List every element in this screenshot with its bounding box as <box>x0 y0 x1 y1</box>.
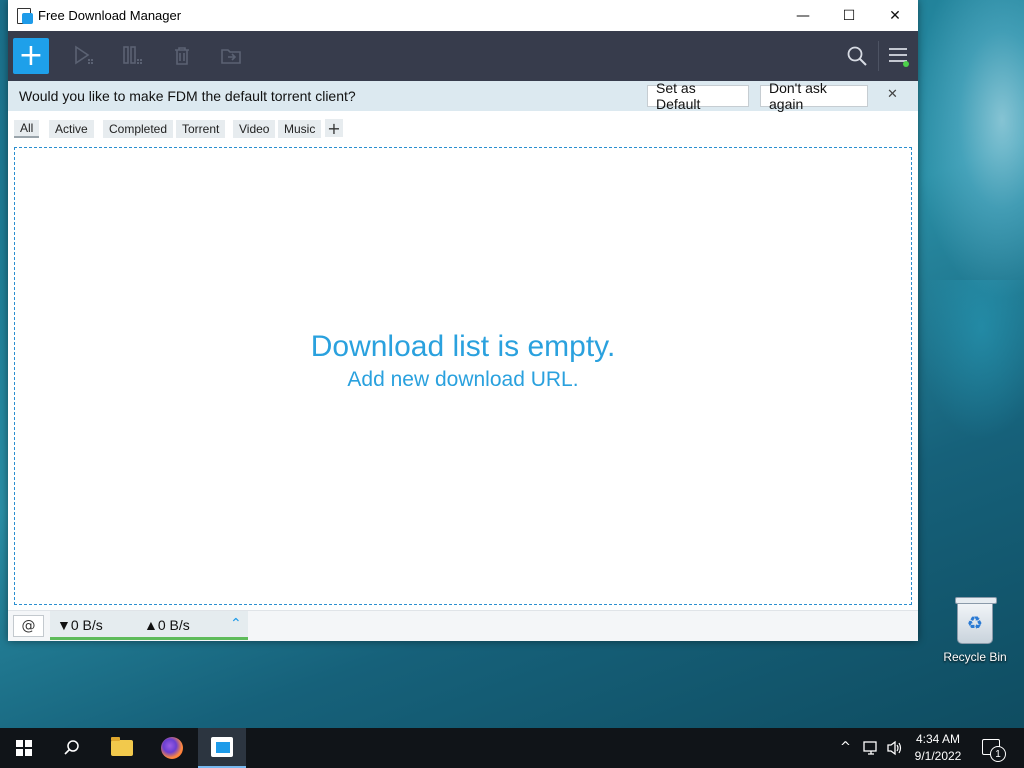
add-tag-button[interactable]: + <box>325 119 343 138</box>
notice-message: Would you like to make FDM the default t… <box>19 88 356 104</box>
system-clock[interactable]: 4:34 AM 9/1/2022 <box>906 731 970 765</box>
status-bar: @ ▼0 B/s ▲0 B/s ⌃ <box>8 610 918 641</box>
download-speed: ▼0 B/s <box>57 617 103 633</box>
dont-ask-again-button[interactable]: Don't ask again <box>760 80 868 112</box>
title-bar: Free Download Manager — ☐ ✕ <box>8 0 918 31</box>
tab-video[interactable]: Video <box>233 120 276 138</box>
menu-icon[interactable] <box>886 44 910 68</box>
maximize-button[interactable]: ☐ <box>826 0 872 31</box>
window-title: Free Download Manager <box>38 8 182 23</box>
empty-list-title: Download list is empty. <box>310 330 616 363</box>
tab-all[interactable]: All <box>14 120 40 138</box>
tab-music[interactable]: Music <box>278 120 322 138</box>
recycle-bin-shortcut[interactable]: ♻ Recycle Bin <box>940 597 1010 664</box>
resume-icon[interactable] <box>72 44 96 68</box>
default-client-notice: Would you like to make FDM the default t… <box>8 80 918 112</box>
toolbar-divider <box>878 41 879 71</box>
close-button[interactable]: ✕ <box>872 0 918 31</box>
clock-date: 9/1/2022 <box>914 749 962 763</box>
desktop-wallpaper-accent <box>918 280 1024 440</box>
speed-panel[interactable]: ▼0 B/s ▲0 B/s ⌃ <box>50 611 248 640</box>
add-url-link[interactable]: Add new download URL. <box>347 368 578 392</box>
fdm-taskbar-icon[interactable] <box>198 728 246 768</box>
start-button[interactable] <box>0 728 48 768</box>
notice-close-icon[interactable]: ✕ <box>887 87 898 102</box>
search-icon[interactable] <box>845 44 869 68</box>
fdm-window: Free Download Manager — ☐ ✕ + Would you … <box>8 0 918 641</box>
tab-completed[interactable]: Completed <box>103 120 174 138</box>
snail-mode-button[interactable]: @ <box>13 615 44 637</box>
tab-torrent[interactable]: Torrent <box>176 120 226 138</box>
file-explorer-icon[interactable] <box>98 728 146 768</box>
desktop-wallpaper <box>914 0 1024 300</box>
clock-time: 4:34 AM <box>915 732 961 746</box>
tab-active[interactable]: Active <box>49 120 94 138</box>
add-download-button[interactable]: + <box>13 38 49 74</box>
recycle-bin-label: Recycle Bin <box>943 650 1007 664</box>
windows-logo-icon <box>16 740 32 756</box>
set-as-default-button[interactable]: Set as Default <box>647 80 749 112</box>
recycle-bin-icon: ♻ <box>955 597 997 644</box>
delete-icon[interactable] <box>170 44 194 68</box>
network-icon[interactable] <box>862 740 880 760</box>
search-taskbar-icon[interactable] <box>48 728 96 768</box>
volume-icon[interactable] <box>886 740 904 760</box>
pause-icon[interactable] <box>121 44 145 68</box>
filter-tabs: All Active Completed Torrent Video Music… <box>8 111 918 144</box>
download-list-drop-area[interactable]: Download list is empty. Add new download… <box>14 147 912 605</box>
chevron-up-icon[interactable]: ⌃ <box>230 616 242 632</box>
minimize-button[interactable]: — <box>780 0 826 31</box>
taskbar: ^ 4:34 AM 9/1/2022 1 <box>0 728 1024 768</box>
chevron-up-tray-icon[interactable]: ^ <box>840 740 851 755</box>
main-toolbar: + <box>8 31 918 81</box>
upload-speed: ▲0 B/s <box>144 617 190 633</box>
notification-count-badge: 1 <box>990 746 1006 762</box>
fdm-app-icon <box>17 7 33 24</box>
firefox-icon[interactable] <box>148 728 196 768</box>
move-to-folder-icon[interactable] <box>219 44 243 68</box>
